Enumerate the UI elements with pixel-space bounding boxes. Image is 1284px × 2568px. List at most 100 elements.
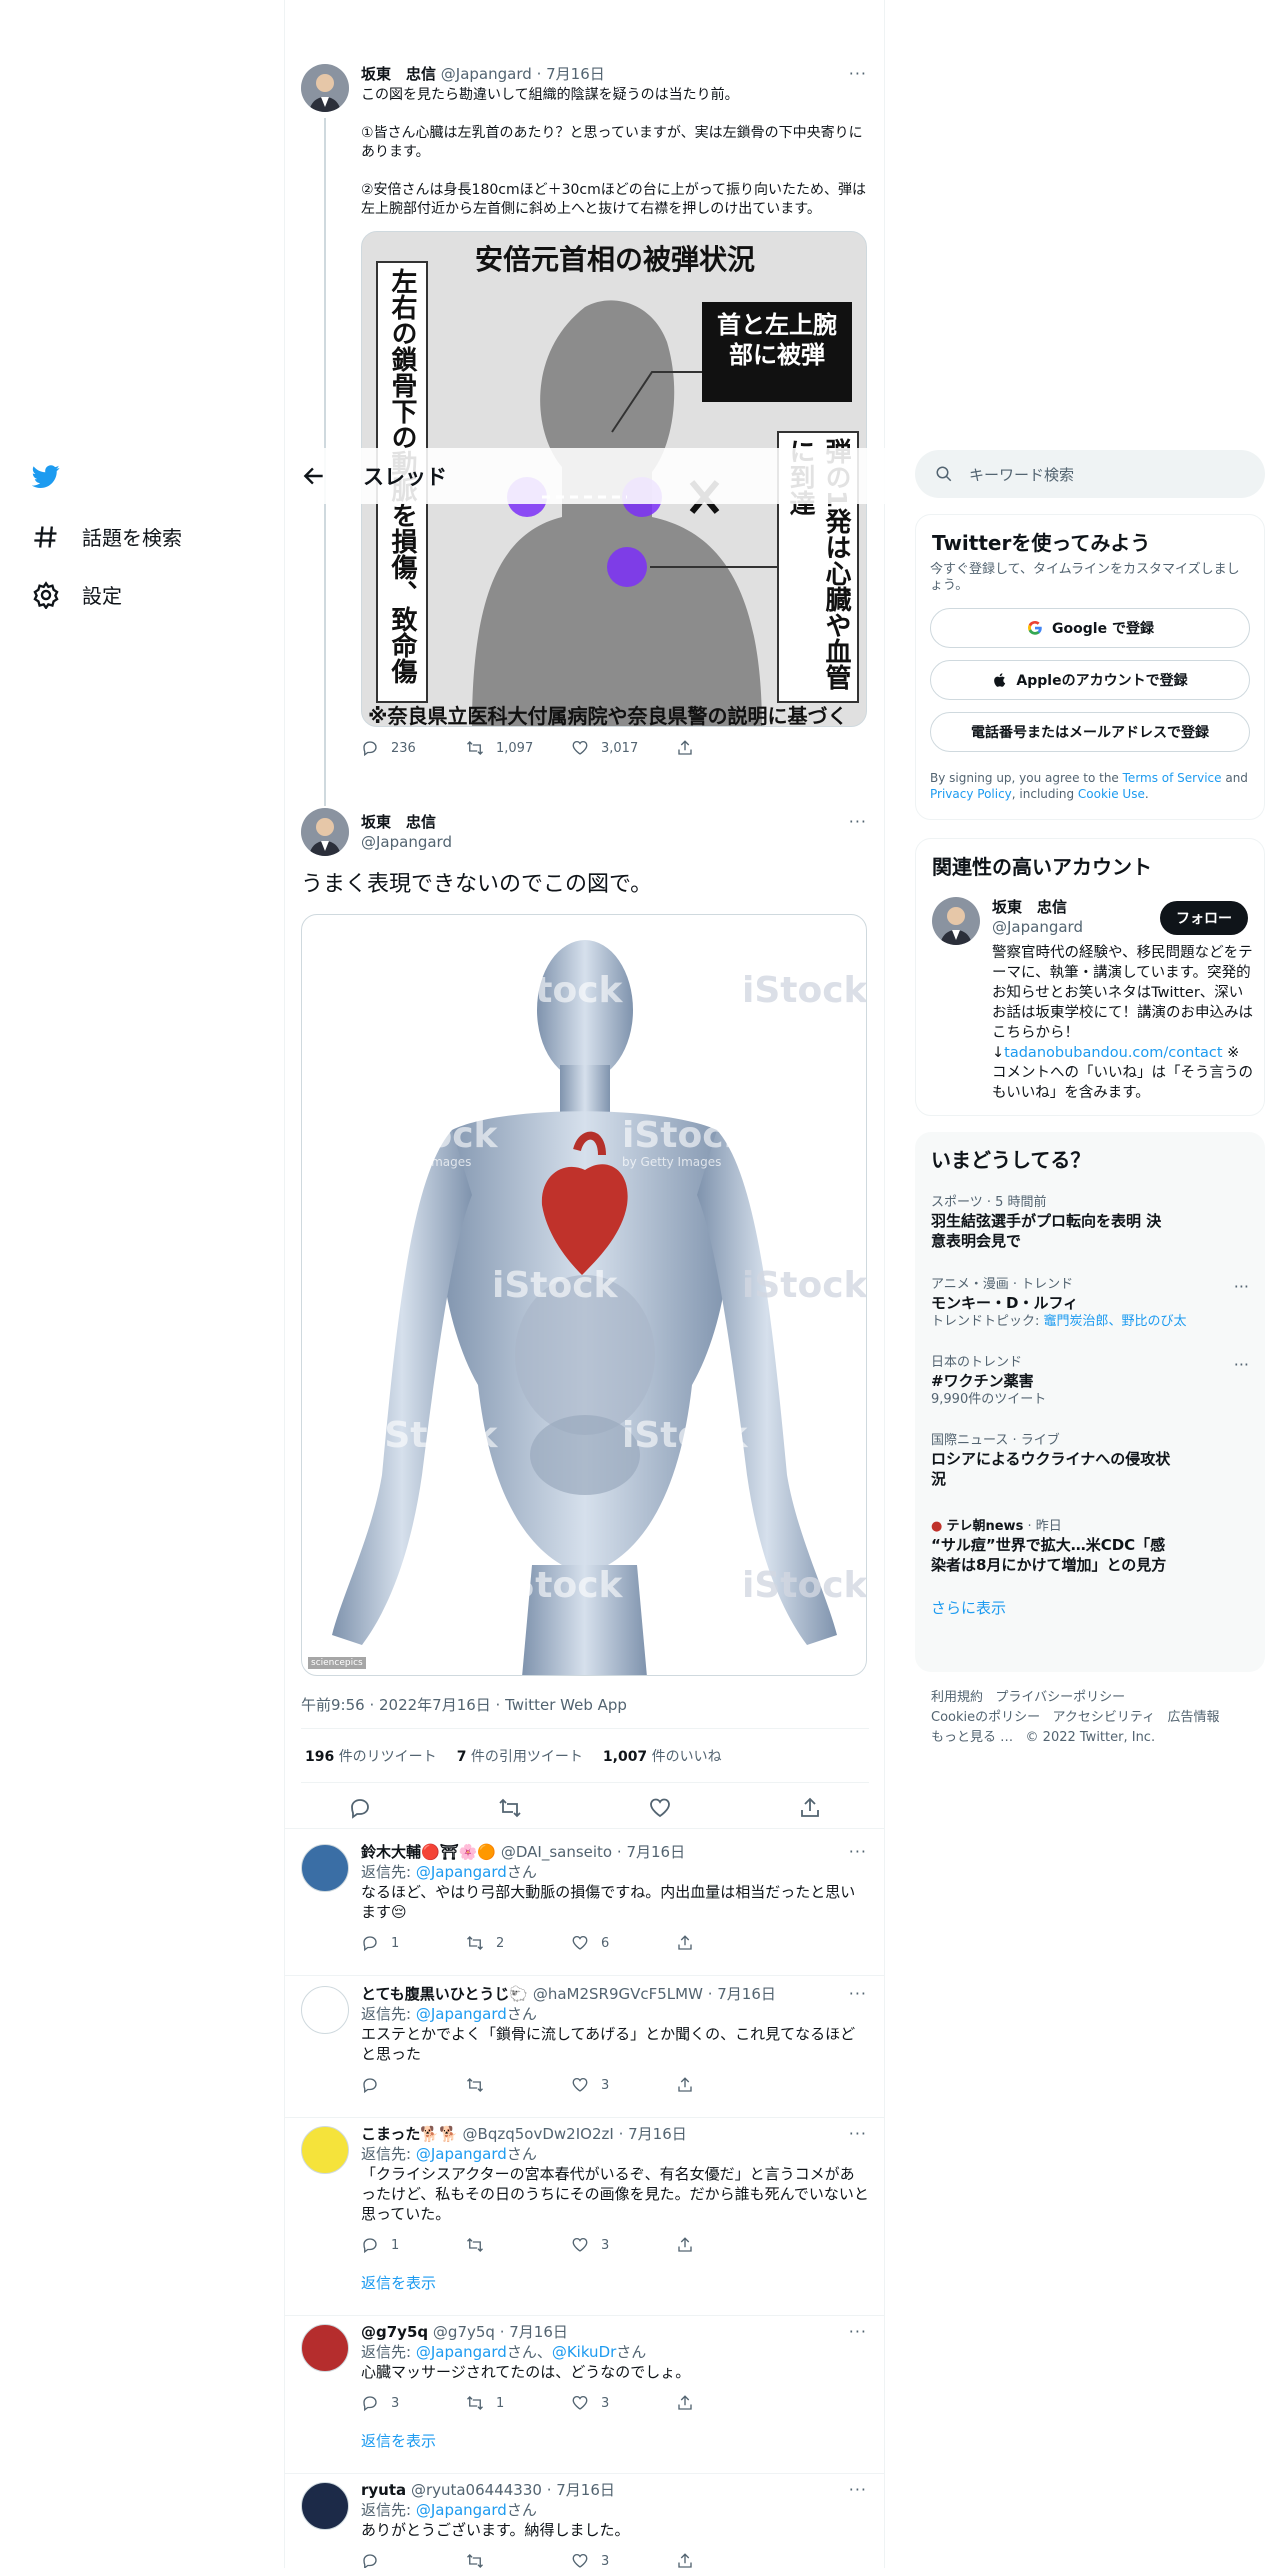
privacy-link[interactable]: Privacy Policy [930, 787, 1012, 801]
tweet-date[interactable]: 7月16日 [546, 65, 605, 83]
tweet-date[interactable]: 7月16日 [509, 2323, 568, 2341]
author-handle[interactable]: @g7y5q [433, 2323, 495, 2341]
retweet-stat[interactable]: 196 件のリツイート [305, 1746, 437, 1766]
author-handle[interactable]: @Japangard [441, 65, 532, 83]
avatar[interactable] [932, 897, 980, 945]
nav-explore[interactable]: 話題を検索 [32, 522, 182, 551]
share-button[interactable] [676, 2236, 781, 2254]
reply-button[interactable] [361, 2076, 466, 2094]
reply-tweet[interactable]: ··· とても腹黒いひとうじ🐑 @haM2SR9GVcF5LMW · 7月16日返… [285, 1978, 885, 2118]
nav-settings[interactable]: 設定 [32, 580, 122, 609]
follow-button[interactable]: フォロー [1160, 901, 1248, 935]
tweet-date[interactable]: 7月16日 [717, 1985, 776, 2003]
related-name[interactable]: 坂東 忠信 [992, 897, 1083, 917]
author-handle[interactable]: @Bqzq5ovDw2IO2zI [463, 2125, 614, 2143]
avatar[interactable] [301, 1986, 349, 2034]
trend-item[interactable]: スポーツ · 5 時間前 羽生結弦選手がプロ転向を表明 決意表明会見で [915, 1185, 1265, 1261]
share-button[interactable] [676, 2076, 781, 2094]
trend-topic-links[interactable]: 竈門炭治郎、野比のび太 [1044, 1314, 1187, 1329]
like-button[interactable]: 3 [571, 2236, 676, 2254]
more-options-icon[interactable]: ··· [1234, 1355, 1249, 1374]
like-button[interactable]: 3 [571, 2552, 676, 2568]
reply-button[interactable]: 1 [361, 1934, 466, 1952]
reply-button[interactable]: 236 [361, 739, 466, 757]
cookie-link[interactable]: Cookie Use [1078, 787, 1145, 801]
trend-item[interactable]: 日本のトレンド #ワクチン薬害 9,990件のツイート ··· [915, 1345, 1265, 1419]
mention-link[interactable]: @Japangard [416, 2145, 507, 2163]
footer-link[interactable]: Cookieのポリシー [931, 1710, 1040, 1725]
related-handle[interactable]: @Japangard [992, 917, 1083, 937]
retweet-button[interactable] [466, 2552, 571, 2568]
like-button[interactable]: 3 [571, 2076, 676, 2094]
footer-link[interactable]: プライバシーポリシー [995, 1690, 1125, 1705]
retweet-button[interactable] [466, 2076, 571, 2094]
author-handle[interactable]: @ryuta06444330 [411, 2481, 542, 2499]
mention-link[interactable]: @KikuDr [552, 2343, 616, 2361]
retweet-button[interactable] [466, 2236, 571, 2254]
reply-button[interactable] [361, 2552, 466, 2568]
avatar[interactable] [301, 1844, 349, 1892]
footer-link[interactable]: 広告情報 [1168, 1710, 1220, 1725]
avatar[interactable] [301, 2126, 349, 2174]
mention-link[interactable]: @Japangard [416, 2343, 507, 2361]
share-button[interactable] [676, 739, 781, 757]
reply-button[interactable]: 1 [361, 2236, 466, 2254]
footer-link[interactable]: アクセシビリティ [1053, 1710, 1156, 1725]
avatar[interactable] [301, 64, 349, 112]
like-button[interactable]: 3,017 [571, 739, 676, 757]
mention-link[interactable]: @Japangard [416, 2501, 507, 2519]
share-button[interactable] [676, 2552, 781, 2568]
mention-link[interactable]: @Japangard [416, 2005, 507, 2023]
retweet-button[interactable]: 2 [466, 1934, 571, 1952]
trend-item[interactable]: 国際ニュース · ライブ ロシアによるウクライナへの侵攻状況 [915, 1423, 1265, 1499]
anatomy-image[interactable]: iStock iStock iStock iStock iStock by Ge… [301, 914, 867, 1676]
avatar[interactable] [301, 808, 349, 856]
share-button[interactable] [676, 1934, 781, 1952]
trend-item[interactable]: アニメ・漫画 · トレンド モンキー・D・ルフィ トレンドトピック: 竈門炭治郎… [915, 1267, 1265, 1341]
footer-link[interactable]: もっと見る … [931, 1730, 1013, 1745]
tweet-timestamp[interactable]: 午前9:56 · 2022年7月16日 · Twitter Web App [301, 1694, 627, 1715]
retweet-icon[interactable] [498, 1796, 522, 1820]
search-input[interactable]: キーワード検索 [969, 464, 1074, 485]
author-name[interactable]: @g7y5q [361, 2323, 428, 2341]
reply-tweet[interactable]: ··· 鈴木大輔🔴⛩🌸🟠 @DAI_sanseito · 7月16日 返信先: @J… [285, 1836, 885, 1976]
author-name[interactable]: ryuta [361, 2481, 406, 2499]
author-name[interactable]: 坂東 忠信 [361, 65, 436, 83]
author-name[interactable]: こまった🐕🐕 [361, 2125, 458, 2143]
heart-icon[interactable] [648, 1796, 672, 1820]
reply-icon[interactable] [348, 1796, 372, 1820]
back-arrow-icon[interactable] [301, 463, 327, 489]
trend-item[interactable]: ● テレ朝news · 昨日 “サル痘”世界で拡大…米CDC「感染者は8月にかけ… [915, 1509, 1265, 1585]
apple-signup-button[interactable]: Appleのアカウントで登録 [930, 660, 1250, 700]
show-more-link[interactable]: さらに表示 [931, 1599, 1006, 1617]
mention-link[interactable]: @Japangard [416, 1863, 507, 1881]
author-handle[interactable]: @haM2SR9GVcF5LMW [533, 1985, 703, 2003]
footer-link[interactable]: 利用規約 [931, 1690, 983, 1705]
quote-stat[interactable]: 7 件の引用ツイート [457, 1746, 583, 1766]
share-button[interactable] [676, 2394, 781, 2412]
author-handle[interactable]: @DAI_sanseito [501, 1843, 612, 1861]
like-button[interactable]: 6 [571, 1934, 676, 1952]
parent-tweet[interactable]: ··· 坂東 忠信 @Japangard · 7月16日 この図を見たら勘違いし… [285, 62, 885, 806]
author-handle[interactable]: @Japangard [361, 832, 452, 852]
author-name[interactable]: 坂東 忠信 [361, 812, 452, 832]
tweet-date[interactable]: 7月16日 [628, 2125, 687, 2143]
share-icon[interactable] [798, 1796, 822, 1820]
like-button[interactable]: 3 [571, 2394, 676, 2412]
avatar[interactable] [301, 2324, 349, 2372]
retweet-button[interactable]: 1,097 [466, 739, 571, 757]
bio-link[interactable]: tadanobubandou.com/contact [1004, 1045, 1222, 1061]
author-name[interactable]: とても腹黒いひとうじ🐑 [361, 1985, 528, 2003]
retweet-button[interactable]: 1 [466, 2394, 571, 2412]
reply-tweet[interactable]: ··· こまった🐕🐕 @Bqzq5ovDw2IO2zI · 7月16日 返信先: @… [285, 2118, 885, 2316]
tweet-date[interactable]: 7月16日 [626, 1843, 685, 1861]
phone-email-signup-button[interactable]: 電話番号またはメールアドレスで登録 [930, 712, 1250, 752]
google-signup-button[interactable]: Google で登録 [930, 608, 1250, 648]
more-options-icon[interactable]: ··· [849, 812, 867, 831]
twitter-logo-link[interactable] [32, 462, 60, 490]
search-box[interactable]: キーワード検索 [915, 450, 1265, 498]
show-replies-link[interactable]: 返信を表示 [361, 2274, 436, 2292]
like-stat[interactable]: 1,007 件のいいね [603, 1746, 722, 1766]
tweet-date[interactable]: 7月16日 [556, 2481, 615, 2499]
terms-link[interactable]: Terms of Service [1123, 771, 1222, 785]
